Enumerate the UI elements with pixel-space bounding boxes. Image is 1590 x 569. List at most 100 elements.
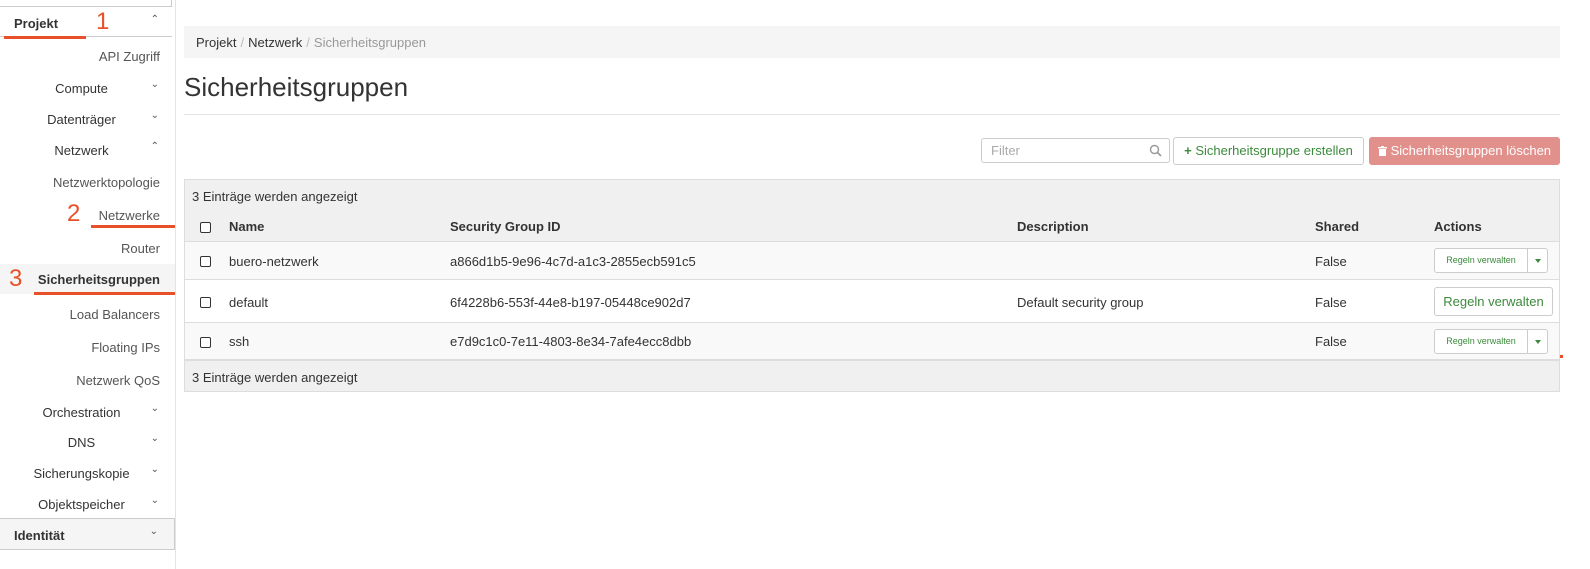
- page-title: Sicherheitsgruppen: [184, 72, 409, 102]
- caret-down-icon: [1535, 340, 1541, 344]
- column-header-security-group-id[interactable]: Security Group ID: [450, 219, 561, 234]
- sidebar-item-objektspeicher[interactable]: Objektspeicher ⌄: [0, 492, 175, 516]
- trash-icon: [1377, 143, 1391, 158]
- row-shared: False: [1315, 334, 1347, 349]
- manage-rules-button[interactable]: Regeln verwalten: [1434, 287, 1553, 316]
- chevron-up-icon: ⌃: [150, 141, 159, 152]
- row-name: ssh: [229, 334, 250, 349]
- sidebar-item-label: Netzwerk: [54, 143, 109, 158]
- sidebar-item-dns[interactable]: DNS ⌄: [0, 430, 175, 454]
- plus-icon: +: [1184, 143, 1192, 158]
- table-header: Name Security Group ID Description Share…: [185, 211, 1559, 242]
- sidebar-item-sicherheitsgruppen[interactable]: Sicherheitsgruppen: [0, 264, 175, 294]
- chevron-up-icon: ⌃: [150, 14, 159, 25]
- sidebar-item-label: Compute: [55, 81, 108, 96]
- row-checkbox[interactable]: [200, 337, 211, 348]
- sidebar-item-label: Sicherungskopie: [33, 466, 130, 481]
- sidebar-item-label: Load Balancers: [69, 307, 160, 322]
- actions-dropdown-toggle[interactable]: [1527, 248, 1548, 273]
- sidebar-item-router[interactable]: Router: [0, 236, 175, 260]
- table-row: ssh e7d9c1c0-7e11-4803-8e34-7afe4ecc8dbb…: [185, 323, 1559, 360]
- row-security-group-id: a866d1b5-9e96-4c7d-a1c3-2855ecb591c5: [450, 254, 696, 269]
- breadcrumb-item-projekt[interactable]: Projekt: [196, 35, 236, 50]
- caret-down-icon: [1535, 259, 1541, 263]
- delete-security-groups-button[interactable]: Sicherheitsgruppen löschen: [1369, 137, 1560, 165]
- sidebar-item-orchestration[interactable]: Orchestration ⌄: [0, 400, 175, 424]
- table-row: default 6f4228b6-553f-44e8-b197-05448ce9…: [185, 280, 1559, 323]
- annotation-underline-2: [91, 225, 175, 228]
- sidebar-item-netzwerke[interactable]: Netzwerke: [0, 203, 175, 227]
- annotation-number-1: 1: [96, 8, 110, 35]
- row-shared: False: [1315, 254, 1347, 269]
- sidebar-item-netzwerk[interactable]: Netzwerk ⌃: [0, 138, 175, 162]
- actions-dropdown-toggle[interactable]: [1527, 329, 1548, 354]
- breadcrumb-current: Sicherheitsgruppen: [313, 35, 426, 50]
- row-shared: False: [1315, 295, 1347, 310]
- column-header-description[interactable]: Description: [1017, 219, 1089, 234]
- sidebar-item-label: Orchestration: [42, 405, 121, 420]
- delete-button-label: Sicherheitsgruppen löschen: [1390, 143, 1552, 158]
- annotation-underline-1: [4, 36, 86, 39]
- sidebar-item-label: Datenträger: [47, 112, 116, 127]
- sidebar-item-compute[interactable]: Compute ⌄: [0, 76, 175, 100]
- manage-rules-button[interactable]: Regeln verwalten: [1434, 248, 1528, 273]
- sidebar-item-label: Netzwerktopologie: [53, 175, 160, 190]
- breadcrumb-item-netzwerk[interactable]: Netzwerk: [248, 35, 302, 50]
- sidebar-section-label: Projekt: [14, 16, 59, 31]
- annotation-number-2: 2: [67, 200, 81, 227]
- sidebar-item-netzwerktopologie[interactable]: Netzwerktopologie: [0, 170, 175, 194]
- chevron-down-icon: ⌄: [150, 464, 159, 475]
- row-name: default: [229, 295, 269, 310]
- sidebar-item-label: Netzwerke: [98, 208, 160, 223]
- search-icon[interactable]: [1149, 144, 1162, 160]
- sidebar-item-datentraeger[interactable]: Datenträger ⌄: [0, 107, 175, 131]
- breadcrumb: Projekt / Netzwerk / Sicherheitsgruppen: [184, 26, 1560, 58]
- security-groups-table: 3 Einträge werden angezeigt Name Securit…: [184, 179, 1560, 392]
- table-info-bottom: 3 Einträge werden angezeigt: [185, 360, 1559, 391]
- row-description: Default security group: [1017, 295, 1144, 310]
- chevron-down-icon: ⌄: [150, 403, 159, 414]
- sidebar-item-floating-ips[interactable]: Floating IPs: [0, 335, 175, 359]
- row-name: buero-netzwerk: [229, 254, 319, 269]
- sidebar-section-label: Identität: [14, 528, 65, 543]
- sidebar-item-label: Router: [120, 241, 160, 256]
- chevron-down-icon: ⌄: [149, 526, 158, 537]
- sidebar: Projekt ⌃ API Zugriff Compute ⌄ Datenträ…: [0, 0, 176, 569]
- annotation-underline-3: [34, 292, 175, 295]
- row-security-group-id: 6f4228b6-553f-44e8-b197-05448ce902d7: [450, 295, 691, 310]
- sidebar-item-sicherungskopie[interactable]: Sicherungskopie ⌄: [0, 461, 175, 485]
- sidebar-item-api-zugriff[interactable]: API Zugriff: [0, 44, 175, 68]
- select-all-checkbox[interactable]: [200, 222, 211, 233]
- manage-rules-button[interactable]: Regeln verwalten: [1434, 329, 1528, 354]
- create-button-label: Sicherheitsgruppe erstellen: [1195, 143, 1353, 158]
- sidebar-item-load-balancers[interactable]: Load Balancers: [0, 302, 175, 326]
- chevron-down-icon: ⌄: [150, 495, 159, 506]
- filter-input[interactable]: [982, 139, 1142, 162]
- sidebar-item-label: Floating IPs: [91, 340, 160, 355]
- sidebar-item-label: Objektspeicher: [38, 497, 125, 512]
- chevron-down-icon: ⌄: [150, 433, 159, 444]
- column-header-shared[interactable]: Shared: [1315, 219, 1359, 234]
- chevron-down-icon: ⌄: [150, 110, 159, 121]
- sidebar-section-identitaet[interactable]: Identität ⌄: [0, 518, 175, 550]
- column-header-actions: Actions: [1434, 219, 1482, 234]
- breadcrumb-separator: /: [240, 35, 245, 50]
- annotation-number-3: 3: [9, 265, 23, 292]
- table-row: buero-netzwerk a866d1b5-9e96-4c7d-a1c3-2…: [185, 242, 1559, 280]
- sidebar-item-netzwerk-qos[interactable]: Netzwerk QoS: [0, 368, 175, 392]
- row-security-group-id: e7d9c1c0-7e11-4803-8e34-7afe4ecc8dbb: [450, 334, 692, 349]
- title-divider: [184, 114, 1560, 115]
- create-security-group-button[interactable]: + Sicherheitsgruppe erstellen: [1173, 137, 1364, 165]
- sidebar-item-label: Sicherheitsgruppen: [37, 272, 160, 287]
- breadcrumb-separator: /: [306, 35, 310, 50]
- filter-field[interactable]: [981, 138, 1170, 163]
- chevron-down-icon: ⌄: [150, 79, 159, 90]
- sidebar-top-divider: [0, 0, 172, 7]
- row-checkbox[interactable]: [200, 297, 211, 308]
- sidebar-item-label: Netzwerk QoS: [76, 373, 160, 388]
- row-checkbox[interactable]: [200, 256, 211, 267]
- sidebar-item-label: DNS: [67, 435, 96, 450]
- column-header-name[interactable]: Name: [229, 219, 264, 234]
- sidebar-section-projekt[interactable]: Projekt ⌃: [0, 7, 175, 39]
- sidebar-item-label: API Zugriff: [98, 49, 160, 64]
